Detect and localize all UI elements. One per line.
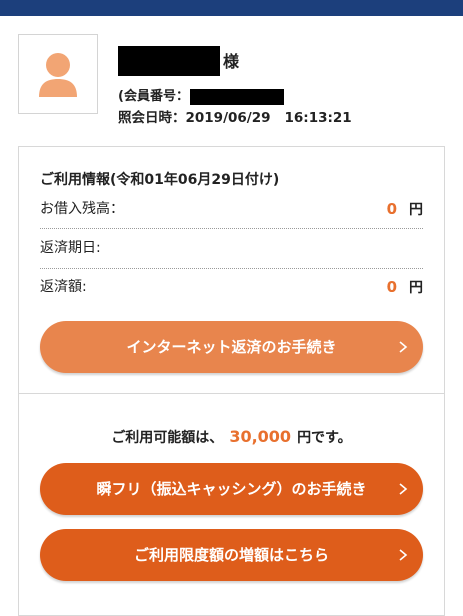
honorific-label: 様 — [223, 52, 240, 71]
repayment-amount-label: 返済額: — [40, 279, 87, 295]
chevron-right-icon — [399, 483, 408, 495]
inquiry-label: 照会日時： — [118, 110, 186, 126]
due-date-label: 返済期日: — [40, 240, 101, 256]
available-amount-line: ご利用可能額は、 30,000 円です。 — [0, 427, 463, 448]
avatar — [18, 34, 98, 114]
inquiry-date: 2019/06/29 — [185, 110, 271, 126]
available-suffix: 円です。 — [297, 430, 352, 446]
usage-info-title: ご利用情報(令和01年06月29日付け) — [40, 172, 280, 188]
available-amount: 30,000 — [229, 427, 292, 446]
instant-transfer-label: 瞬フリ（振込キャッシング）のお手続き — [96, 480, 367, 498]
top-header-bar — [0, 0, 463, 16]
instant-transfer-button[interactable]: 瞬フリ（振込キャッシング）のお手続き — [40, 463, 423, 515]
section-divider — [18, 393, 445, 394]
repayment-amount-number: 0 — [386, 278, 397, 296]
chevron-right-icon — [399, 549, 408, 561]
loan-balance-value: 0円 — [387, 200, 423, 219]
person-icon — [39, 53, 77, 97]
available-prefix: ご利用可能額は、 — [111, 430, 224, 446]
loan-balance-unit: 円 — [409, 202, 423, 218]
chevron-right-icon — [399, 341, 408, 353]
repayment-amount-unit: 円 — [409, 280, 423, 296]
loan-balance-amount: 0 — [386, 200, 397, 218]
redacted-customer-name — [118, 46, 220, 76]
loan-balance-label: お借入残高： — [40, 201, 124, 217]
limit-increase-label: ご利用限度額の増額はこちら — [133, 546, 329, 564]
limit-increase-button[interactable]: ご利用限度額の増額はこちら — [40, 529, 423, 581]
member-number-label: (会員番号： — [118, 89, 189, 104]
repayment-amount-value: 0円 — [387, 278, 423, 297]
internet-repayment-button[interactable]: インターネット返済のお手続き — [40, 321, 423, 373]
inquiry-time: 16:13:21 — [284, 110, 352, 126]
row-divider — [40, 228, 423, 229]
row-divider — [40, 268, 423, 269]
redacted-member-number — [190, 89, 284, 105]
inquiry-datetime: 照会日時：2019/06/29 16:13:21 — [118, 109, 352, 127]
internet-repayment-label: インターネット返済のお手続き — [126, 338, 337, 356]
